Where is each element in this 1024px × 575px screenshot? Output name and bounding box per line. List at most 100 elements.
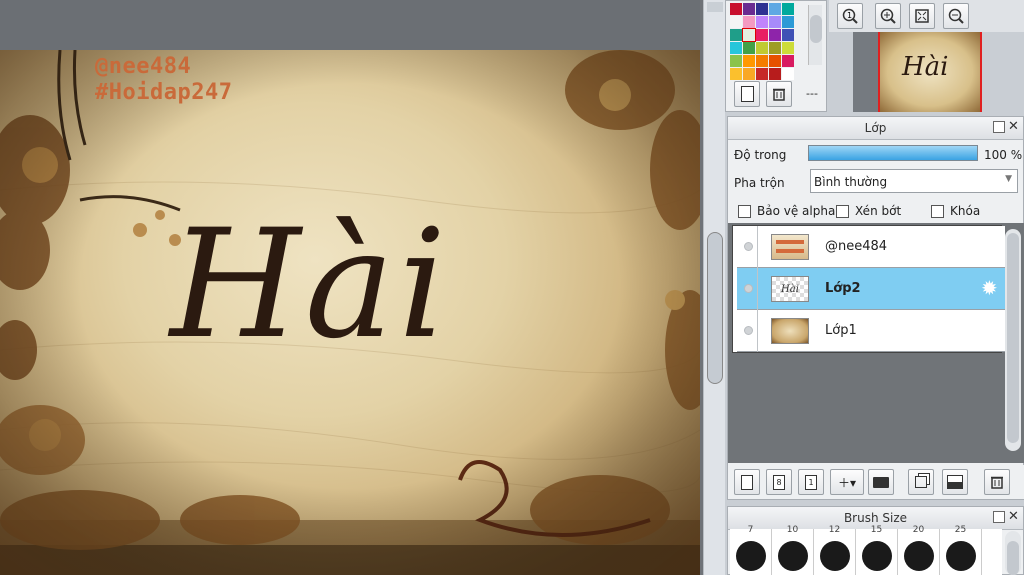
drawing-canvas[interactable]: @nee484 #Hoidap247 Hài [0, 50, 700, 575]
zoom-out-button[interactable] [943, 3, 969, 29]
new-8bit-layer-icon: 8 [773, 474, 785, 490]
duplicate-icon [915, 476, 927, 488]
color-swatch[interactable] [743, 3, 755, 15]
color-swatch[interactable] [782, 3, 794, 15]
color-swatch[interactable] [730, 55, 742, 67]
layer-list-scrollbar[interactable] [1005, 229, 1021, 451]
canvas-area[interactable]: @nee484 #Hoidap247 Hài [0, 0, 700, 575]
color-swatch[interactable] [730, 29, 742, 41]
color-swatch[interactable] [756, 16, 768, 28]
clipping-label: Xén bớt [855, 204, 902, 218]
brush-scrollbar[interactable] [1005, 531, 1021, 575]
palette-scroll-thumb[interactable] [810, 15, 822, 43]
zoom-reset-icon: 1 [842, 8, 858, 24]
color-swatch[interactable] [769, 16, 781, 28]
color-swatch[interactable] [730, 16, 742, 28]
watermark-username: @nee484 [95, 54, 192, 79]
color-swatch[interactable] [782, 16, 794, 28]
watermark-hashtag: #Hoidap247 [95, 80, 233, 105]
color-swatch[interactable] [782, 68, 794, 80]
color-swatch[interactable] [769, 42, 781, 54]
color-swatch[interactable] [769, 29, 781, 41]
visibility-toggle[interactable] [744, 242, 753, 251]
delete-layer-button[interactable] [984, 469, 1010, 495]
new-page-icon [741, 474, 753, 490]
brush-size-cell[interactable]: 7 [730, 525, 772, 575]
zoom-reset-button[interactable]: 1 [837, 3, 863, 29]
new-layer-button[interactable] [734, 469, 760, 495]
gear-icon[interactable]: ✹ [981, 277, 998, 299]
fit-screen-button[interactable] [909, 3, 935, 29]
new-1bit-layer-button[interactable]: 1 [798, 469, 824, 495]
new-page-icon [740, 86, 754, 102]
brush-size-cell[interactable]: 15 [856, 526, 898, 575]
blend-mode-value: Bình thường [814, 175, 888, 189]
color-swatch[interactable] [769, 3, 781, 15]
panel-popout-icon[interactable] [993, 121, 1005, 133]
delete-color-button[interactable] [766, 81, 792, 107]
color-swatch[interactable] [769, 55, 781, 67]
layers-panel-title: Lớp [728, 117, 1023, 140]
color-swatch[interactable] [756, 42, 768, 54]
color-swatch[interactable] [730, 3, 742, 15]
color-swatch[interactable] [742, 28, 756, 42]
merge-layer-button[interactable] [942, 469, 968, 495]
panel-close-icon[interactable]: ✕ [1007, 510, 1020, 523]
color-swatch[interactable] [743, 68, 755, 80]
zoom-in-button[interactable] [875, 3, 901, 29]
scrollbar-thumb[interactable] [707, 232, 723, 384]
brush-scroll-thumb[interactable] [1007, 541, 1019, 575]
panel-close-icon[interactable]: ✕ [1007, 120, 1020, 133]
lock-checkbox[interactable] [931, 205, 944, 218]
brush-size-label: 10 [786, 525, 799, 535]
color-swatch[interactable] [782, 55, 794, 67]
scroll-up-arrow[interactable] [707, 2, 723, 12]
layer-name: Lớp1 [825, 323, 857, 338]
color-swatch[interactable] [769, 68, 781, 80]
protect-alpha-checkbox[interactable] [738, 205, 751, 218]
navigator-preview[interactable]: Hài [878, 32, 982, 112]
artwork-title-text: Hài [170, 198, 451, 372]
palette-more-label: --- [806, 87, 818, 100]
layer-row-lop1[interactable]: Lớp1 [737, 310, 1005, 352]
zoom-in-icon [880, 8, 896, 24]
brush-size-label: 7 [747, 525, 754, 535]
color-swatch[interactable] [756, 3, 768, 15]
clipping-checkbox[interactable] [836, 205, 849, 218]
brush-size-grid: 7 10 12 15 20 25 [730, 525, 1002, 575]
color-swatch[interactable] [730, 42, 742, 54]
new-8bit-layer-button[interactable]: 8 [766, 469, 792, 495]
color-swatch[interactable] [730, 68, 742, 80]
layer-row-nee484[interactable]: @nee484 [737, 226, 1005, 268]
color-swatch[interactable] [743, 16, 755, 28]
color-swatch[interactable] [743, 55, 755, 67]
brush-size-cell[interactable]: 12 [814, 526, 856, 575]
color-swatch[interactable] [782, 29, 794, 41]
visibility-toggle[interactable] [744, 284, 753, 293]
opacity-slider[interactable] [808, 145, 978, 161]
brush-size-cell[interactable]: 25 [940, 526, 982, 575]
layer-row-lop2[interactable]: Hài Lớp2 ✹ [737, 268, 1005, 310]
layer-name: Lớp2 [825, 281, 861, 296]
add-layer-dropdown-button[interactable]: ＋▾ [830, 469, 864, 495]
new-palette-button[interactable] [734, 81, 760, 107]
visibility-toggle[interactable] [744, 326, 753, 335]
duplicate-layer-button[interactable] [908, 469, 934, 495]
new-folder-button[interactable] [868, 469, 894, 495]
color-swatch[interactable] [743, 42, 755, 54]
blend-mode-select[interactable]: Bình thường ▼ [810, 169, 1018, 193]
canvas-vertical-scrollbar[interactable] [703, 0, 725, 575]
layer-scroll-thumb[interactable] [1007, 233, 1019, 443]
brush-size-cell[interactable]: 20 [898, 526, 940, 575]
color-swatch[interactable] [756, 29, 768, 41]
merge-down-icon [947, 475, 963, 489]
opacity-label: Độ trong [734, 148, 787, 162]
protect-alpha-label: Bảo vệ alpha [757, 204, 836, 218]
navigator-viewport[interactable]: Hài [853, 32, 982, 112]
brush-size-cell[interactable]: 10 [772, 525, 814, 575]
color-swatch[interactable] [782, 42, 794, 54]
palette-scrollbar[interactable] [808, 5, 822, 65]
panel-popout-icon[interactable] [993, 511, 1005, 523]
color-swatch[interactable] [756, 55, 768, 67]
color-swatch[interactable] [756, 68, 768, 80]
